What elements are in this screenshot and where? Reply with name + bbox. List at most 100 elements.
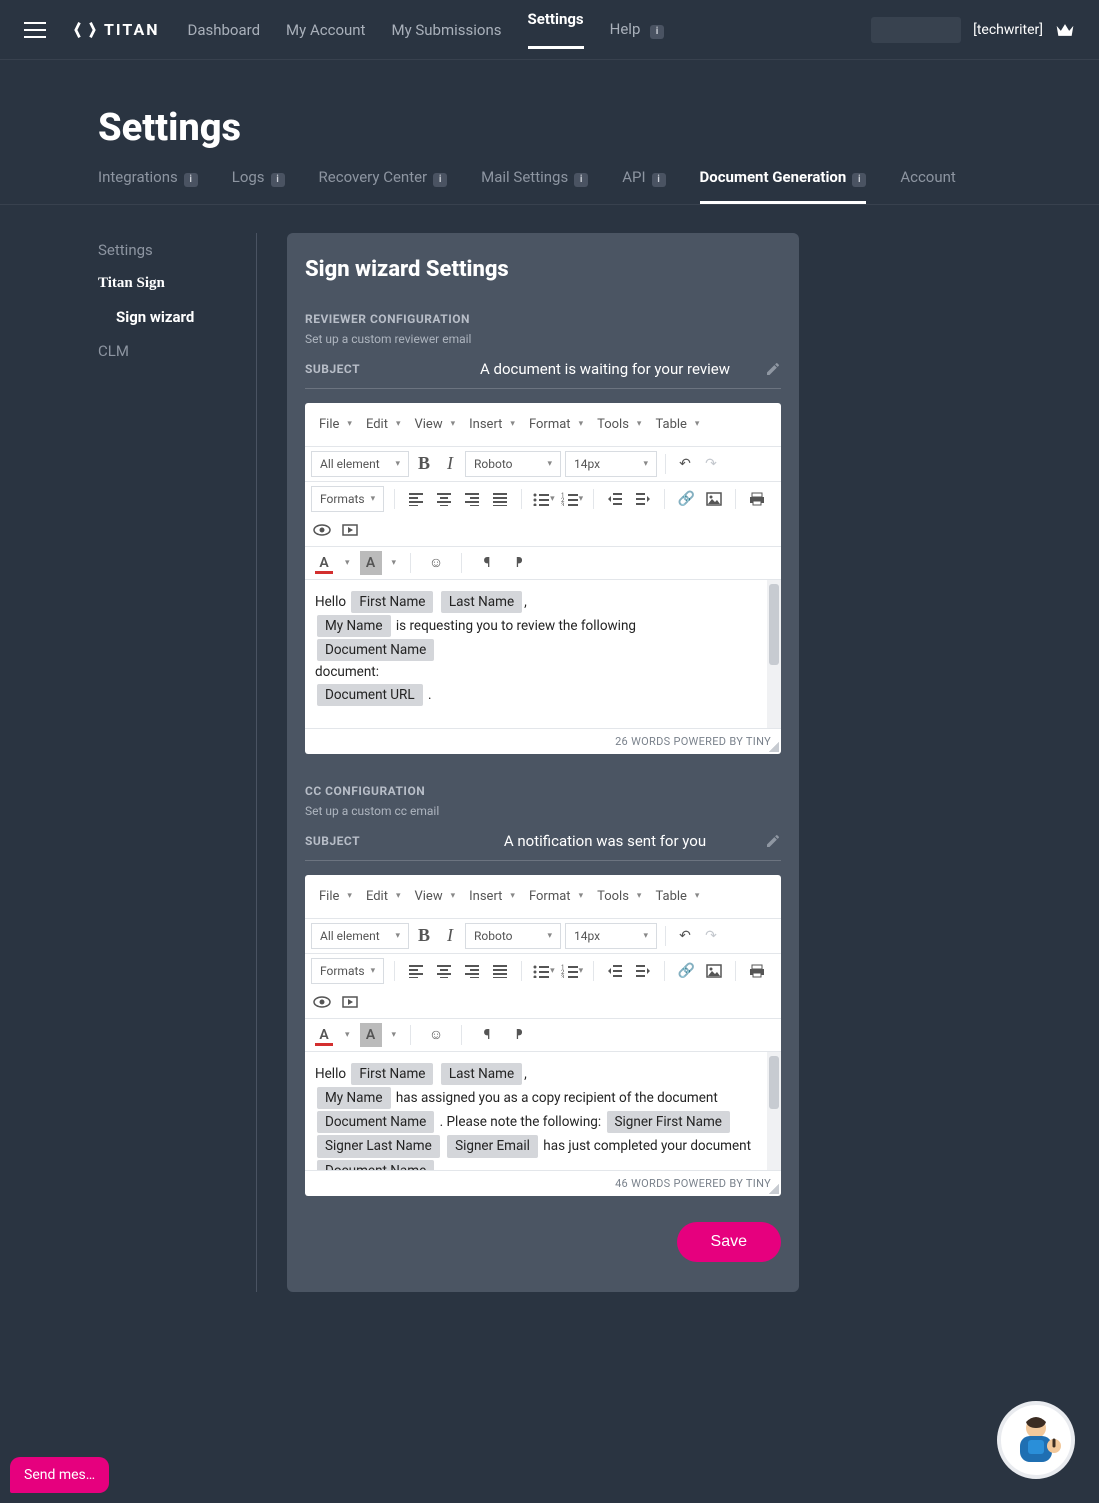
- link-icon[interactable]: 🔗: [675, 959, 697, 983]
- menu-edit[interactable]: Edit▾: [362, 881, 405, 912]
- cc-editor-content[interactable]: Hello First Name Last Name, My Name has …: [305, 1052, 767, 1170]
- nav-dashboard[interactable]: Dashboard: [188, 21, 261, 39]
- preview-icon[interactable]: [311, 518, 333, 542]
- align-center-icon[interactable]: [433, 487, 455, 511]
- chip-document-url[interactable]: Document URL: [317, 684, 423, 706]
- print-icon[interactable]: [746, 487, 768, 511]
- align-justify-icon[interactable]: [489, 487, 511, 511]
- menu-tools[interactable]: Tools▾: [593, 409, 645, 440]
- menu-table[interactable]: Table▾: [651, 881, 703, 912]
- bold-button[interactable]: B: [413, 452, 435, 476]
- undo-button[interactable]: ↶: [674, 452, 696, 476]
- print-icon[interactable]: [746, 959, 768, 983]
- image-icon[interactable]: [703, 487, 725, 511]
- resize-handle-icon[interactable]: [769, 742, 779, 752]
- media-icon[interactable]: [339, 518, 361, 542]
- chip-signer-email[interactable]: Signer Email: [447, 1135, 538, 1157]
- align-right-icon[interactable]: [461, 487, 483, 511]
- chip-signer-first-name[interactable]: Signer First Name: [607, 1111, 730, 1133]
- menu-table[interactable]: Table▾: [651, 409, 703, 440]
- numbered-list-icon[interactable]: 123▾: [561, 959, 584, 983]
- edit-icon[interactable]: [765, 833, 781, 849]
- emoji-icon[interactable]: ☺: [425, 551, 447, 575]
- align-left-icon[interactable]: [405, 959, 427, 983]
- menu-format[interactable]: Format▾: [525, 881, 587, 912]
- tab-account[interactable]: Account: [900, 168, 956, 204]
- menu-tools[interactable]: Tools▾: [593, 881, 645, 912]
- menu-file[interactable]: File▾: [315, 409, 356, 440]
- menu-format[interactable]: Format▾: [525, 409, 587, 440]
- element-select[interactable]: All element▾: [311, 451, 409, 477]
- hamburger-icon[interactable]: [24, 22, 46, 38]
- fontsize-select[interactable]: 14px▾: [565, 451, 657, 477]
- chip-my-name[interactable]: My Name: [317, 1087, 391, 1109]
- link-icon[interactable]: 🔗: [675, 487, 697, 511]
- menu-insert[interactable]: Insert▾: [465, 409, 519, 440]
- redo-button[interactable]: ↷: [700, 452, 722, 476]
- sidebar-item-sign-wizard[interactable]: Sign wizard: [98, 300, 226, 334]
- tab-logs[interactable]: Logsi: [232, 168, 285, 204]
- tab-document-generation[interactable]: Document Generationi: [700, 168, 867, 204]
- support-avatar[interactable]: [997, 1401, 1075, 1479]
- chip-document-name[interactable]: Document Name: [317, 639, 434, 661]
- edit-icon[interactable]: [765, 361, 781, 377]
- indent-icon[interactable]: [632, 487, 654, 511]
- nav-my-account[interactable]: My Account: [286, 21, 365, 39]
- chip-document-name[interactable]: Document Name: [317, 1111, 434, 1133]
- scrollbar[interactable]: [767, 1052, 781, 1170]
- nav-settings[interactable]: Settings: [528, 10, 584, 49]
- chip-last-name[interactable]: Last Name: [441, 591, 522, 613]
- align-center-icon[interactable]: [433, 959, 455, 983]
- text-color-icon[interactable]: A: [313, 1023, 335, 1047]
- pilcrow-rtl-icon[interactable]: ¶: [508, 1023, 530, 1047]
- resize-handle-icon[interactable]: [769, 1184, 779, 1194]
- reviewer-editor-content[interactable]: Hello First Name Last Name, My Name is r…: [305, 580, 767, 728]
- outdent-icon[interactable]: [604, 487, 626, 511]
- chip-signer-last-name[interactable]: Signer Last Name: [317, 1135, 440, 1157]
- pilcrow-ltr-icon[interactable]: ¶: [476, 1023, 498, 1047]
- formats-select[interactable]: Formats▾: [311, 486, 384, 512]
- bullet-list-icon[interactable]: ▾: [532, 959, 555, 983]
- element-select[interactable]: All element▾: [311, 923, 409, 949]
- chip-my-name[interactable]: My Name: [317, 615, 391, 637]
- bold-button[interactable]: B: [413, 924, 435, 948]
- chip-document-name-2[interactable]: Document Name: [317, 1160, 434, 1170]
- menu-view[interactable]: View▾: [410, 409, 459, 440]
- chat-widget[interactable]: Send mes…: [10, 1457, 109, 1493]
- align-right-icon[interactable]: [461, 959, 483, 983]
- numbered-list-icon[interactable]: 123▾: [561, 487, 584, 511]
- chip-last-name[interactable]: Last Name: [441, 1063, 522, 1085]
- sidebar-item-settings[interactable]: Settings: [98, 233, 226, 267]
- media-icon[interactable]: [339, 990, 361, 1014]
- formats-select[interactable]: Formats▾: [311, 958, 384, 984]
- chip-first-name[interactable]: First Name: [351, 591, 433, 613]
- brand-logo[interactable]: TITAN: [74, 19, 160, 41]
- indent-icon[interactable]: [632, 959, 654, 983]
- tab-integrations[interactable]: Integrationsi: [98, 168, 198, 204]
- chip-first-name[interactable]: First Name: [351, 1063, 433, 1085]
- bullet-list-icon[interactable]: ▾: [532, 487, 555, 511]
- outdent-icon[interactable]: [604, 959, 626, 983]
- italic-button[interactable]: I: [439, 452, 461, 476]
- tab-mail-settings[interactable]: Mail Settingsi: [481, 168, 588, 204]
- tab-recovery-center[interactable]: Recovery Centeri: [319, 168, 448, 204]
- bg-color-icon[interactable]: A: [360, 551, 382, 575]
- font-select[interactable]: Roboto▾: [465, 451, 561, 477]
- pilcrow-ltr-icon[interactable]: ¶: [476, 551, 498, 575]
- text-color-icon[interactable]: A: [313, 551, 335, 575]
- sidebar-item-titan-sign[interactable]: Titan Sign: [98, 267, 226, 300]
- align-justify-icon[interactable]: [489, 959, 511, 983]
- fontsize-select[interactable]: 14px▾: [565, 923, 657, 949]
- sidebar-item-clm[interactable]: CLM: [98, 334, 226, 368]
- menu-insert[interactable]: Insert▾: [465, 881, 519, 912]
- emoji-icon[interactable]: ☺: [425, 1023, 447, 1047]
- nav-help[interactable]: Help i: [610, 20, 664, 39]
- align-left-icon[interactable]: [405, 487, 427, 511]
- menu-view[interactable]: View▾: [410, 881, 459, 912]
- italic-button[interactable]: I: [439, 924, 461, 948]
- preview-icon[interactable]: [311, 990, 333, 1014]
- pilcrow-rtl-icon[interactable]: ¶: [508, 551, 530, 575]
- tab-api[interactable]: APIi: [622, 168, 665, 204]
- menu-file[interactable]: File▾: [315, 881, 356, 912]
- nav-my-submissions[interactable]: My Submissions: [391, 21, 501, 39]
